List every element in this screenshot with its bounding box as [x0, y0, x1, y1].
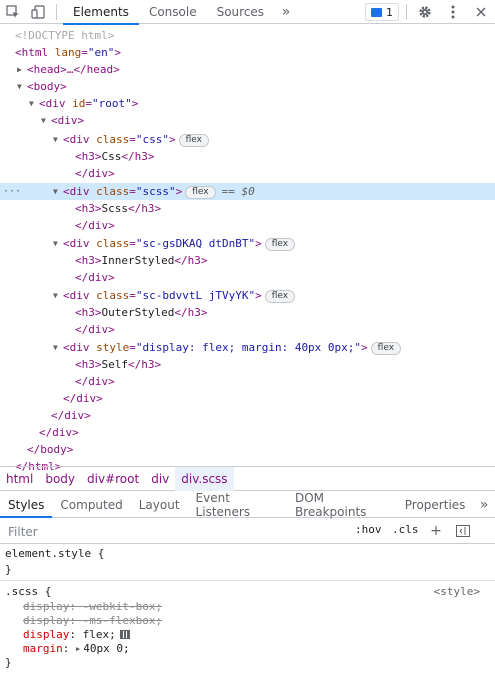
dom-doctype[interactable]: <!DOCTYPE html> — [0, 27, 495, 44]
toggle-sidebar-icon[interactable] — [454, 522, 472, 540]
scss-style-rule: .scss { <style> display: -webkit-box; di… — [0, 582, 495, 677]
dom-div-css[interactable]: ▼ <div class="css"> flex — [0, 131, 495, 148]
toolbar-divider — [56, 4, 57, 20]
dom-div-close[interactable]: </div> — [0, 407, 495, 424]
collapse-arrow-icon[interactable]: ▼ — [29, 95, 39, 112]
more-tabs-icon[interactable]: » — [274, 0, 298, 23]
tab-dom-breakpoints[interactable]: DOM Breakpoints — [287, 491, 397, 519]
expand-shorthand-icon[interactable]: ▶ — [76, 642, 80, 656]
toolbar-divider — [406, 4, 407, 20]
tab-sources[interactable]: Sources — [207, 0, 274, 24]
dom-div-close[interactable]: </div> — [0, 321, 495, 338]
device-toggle-icon[interactable] — [26, 0, 52, 24]
flex-badge[interactable]: flex — [264, 238, 296, 251]
close-icon[interactable] — [470, 0, 492, 24]
dom-h3[interactable]: <h3>OuterStyled</h3> — [0, 304, 495, 321]
tab-event-listeners[interactable]: Event Listeners — [188, 491, 287, 519]
style-source-link[interactable]: <style> — [434, 585, 480, 598]
expand-arrow-icon[interactable]: ▶ — [17, 61, 27, 78]
dom-div-close[interactable]: </div> — [0, 424, 495, 441]
dom-div-close[interactable]: </div> — [0, 217, 495, 234]
styles-filter-bar: :hov .cls + — [0, 519, 495, 544]
declaration-overridden[interactable]: display: -webkit-box; — [23, 600, 162, 614]
more-tabs-icon[interactable]: » — [473, 492, 495, 517]
tab-properties[interactable]: Properties — [397, 492, 474, 517]
dom-body-close[interactable]: </body> — [0, 441, 495, 458]
dom-div-scss-selected[interactable]: ··· ▼ <div class="scss"> flex == $0 — [0, 183, 495, 200]
breadcrumb-div-root[interactable]: div#root — [81, 467, 145, 491]
dom-h3[interactable]: <h3>Scss</h3> — [0, 200, 495, 217]
rule-selector[interactable]: .scss { — [5, 585, 51, 599]
dom-div-close[interactable]: </div> — [0, 269, 495, 286]
dom-div-inner-styled[interactable]: ▼ <div class="sc-gsDKAQ dtDnBT"> flex — [0, 235, 495, 252]
dom-tree: <!DOCTYPE html> <html lang="en"> ▶ <head>… — [0, 25, 495, 473]
flex-badge[interactable]: flex — [178, 134, 209, 147]
dom-body-node[interactable]: ▼ <body> — [0, 78, 495, 95]
collapse-arrow-icon[interactable]: ▼ — [53, 339, 63, 356]
tab-styles[interactable]: Styles — [0, 492, 53, 518]
rule-close: } — [5, 656, 12, 669]
dom-div-close[interactable]: </div> — [0, 373, 495, 390]
breadcrumb-div-scss[interactable]: div.scss — [175, 466, 234, 491]
element-style-rule: element.style { } — [0, 545, 495, 581]
dom-h3[interactable]: <h3>Css</h3> — [0, 148, 495, 165]
devtools-toolbar: Elements Console Sources » 1 — [0, 0, 495, 25]
dom-root-div[interactable]: ▼ <div id="root"> — [0, 95, 495, 112]
issues-icon — [371, 7, 382, 17]
rule-close: } — [5, 563, 12, 576]
hover-state-button[interactable]: :hov — [355, 523, 382, 536]
flex-badge[interactable]: flex — [185, 186, 216, 199]
collapse-arrow-icon[interactable]: ▼ — [53, 131, 63, 148]
dom-html-node[interactable]: <html lang="en"> — [0, 44, 495, 61]
filter-input[interactable] — [8, 523, 308, 540]
tab-layout[interactable]: Layout — [131, 492, 188, 517]
class-toggle-button[interactable]: .cls — [392, 523, 419, 536]
issues-count: 1 — [386, 5, 393, 19]
settings-gear-icon[interactable] — [414, 0, 436, 24]
selected-marker: == $0 — [221, 185, 255, 198]
dom-div-outer-styled[interactable]: ▼ <div class="sc-bdvvtL jTVyYK"> flex — [0, 287, 495, 304]
breadcrumb: html body div#root div div.scss — [0, 466, 495, 491]
breadcrumb-html[interactable]: html — [0, 467, 39, 491]
rule-selector[interactable]: element.style { — [5, 547, 104, 561]
flex-badge[interactable]: flex — [264, 290, 296, 303]
declaration-overridden[interactable]: display: -ms-flexbox; — [23, 614, 162, 628]
breadcrumb-div[interactable]: div — [145, 467, 175, 491]
flex-badge[interactable]: flex — [370, 342, 402, 355]
tab-elements[interactable]: Elements — [63, 0, 139, 25]
dom-div-close[interactable]: </div> — [0, 390, 495, 407]
declaration[interactable]: display: flex; — [23, 628, 130, 642]
collapse-arrow-icon[interactable]: ▼ — [17, 78, 27, 95]
new-style-rule-icon[interactable]: + — [427, 522, 445, 540]
dom-inner-div[interactable]: ▼ <div> — [0, 112, 495, 129]
collapse-arrow-icon[interactable]: ▼ — [53, 235, 63, 252]
issues-button[interactable]: 1 — [365, 3, 399, 21]
dom-div-close[interactable]: </div> — [0, 165, 495, 182]
dom-h3[interactable]: <h3>Self</h3> — [0, 356, 495, 373]
inspect-icon[interactable] — [0, 0, 26, 24]
breadcrumb-body[interactable]: body — [39, 467, 81, 491]
dom-div-self[interactable]: ▼ <div style="display: flex; margin: 40px… — [0, 339, 495, 356]
more-actions-icon[interactable]: ··· — [3, 183, 21, 200]
dom-head-node[interactable]: ▶ <head>…</head> — [0, 61, 495, 78]
dom-h3[interactable]: <h3>InnerStyled</h3> — [0, 252, 495, 269]
tab-console[interactable]: Console — [139, 0, 207, 24]
declaration[interactable]: margin: ▶ 40px 0; — [23, 642, 130, 656]
tab-computed[interactable]: Computed — [52, 492, 130, 517]
collapse-arrow-icon[interactable]: ▼ — [53, 183, 63, 200]
sidebar-pane-tabs: Styles Computed Layout Event Listeners D… — [0, 491, 495, 519]
collapse-arrow-icon[interactable]: ▼ — [53, 287, 63, 304]
collapse-arrow-icon[interactable]: ▼ — [41, 112, 51, 129]
flexbox-editor-icon[interactable] — [119, 630, 130, 639]
kebab-menu-icon[interactable] — [442, 0, 464, 24]
